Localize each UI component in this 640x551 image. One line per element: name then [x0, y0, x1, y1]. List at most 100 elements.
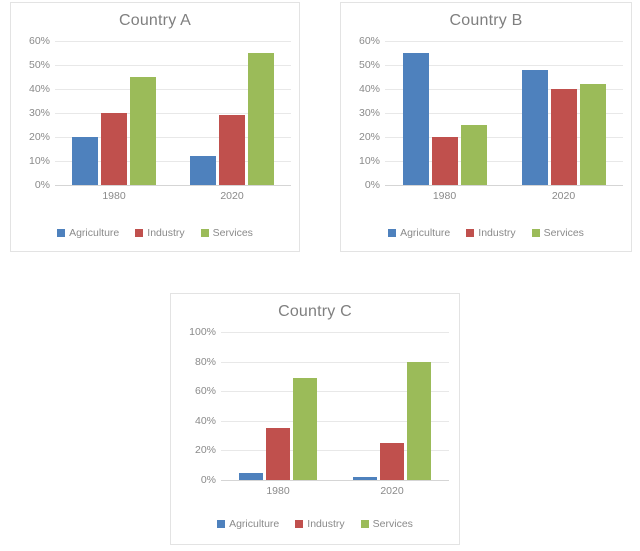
y-axis-tick-label: 30% [358, 107, 380, 119]
y-axis: 0% 20% 40% 60% 80% 100% [171, 326, 221, 486]
y-axis-tick-label: 20% [358, 131, 380, 143]
legend-label: Services [372, 518, 413, 530]
chart-panel-country-c: Country C 0% 20% 40% 60% 80% 100% 1980 2020 Ag… [170, 293, 460, 545]
x-axis-tick-label: 2020 [380, 485, 404, 497]
x-axis-labels: 1980 2020 [221, 480, 449, 504]
y-axis-tick-label: 10% [358, 155, 380, 167]
bar-industry-2020[interactable] [219, 115, 245, 185]
plot-area [385, 41, 623, 186]
legend-label: Services [543, 227, 584, 239]
bar-services-2020[interactable] [579, 84, 606, 185]
y-axis-tick-label: 10% [28, 155, 50, 167]
bar-agriculture-2020[interactable] [190, 156, 216, 185]
y-axis-tick-label: 60% [358, 35, 380, 47]
y-axis-tick-label: 60% [194, 385, 216, 398]
legend-label: Industry [147, 227, 185, 239]
bar-agriculture-1980[interactable] [239, 472, 263, 480]
x-axis-tick-label: 2020 [220, 190, 244, 202]
legend-label: Agriculture [229, 518, 280, 530]
legend-swatch-icon [217, 520, 226, 528]
bar-group [385, 41, 504, 185]
legend-swatch-icon [388, 229, 397, 237]
plot-wrapper: 0% 10% 20% 30% 40% 50% 60% 1980 2020 [11, 35, 299, 209]
y-axis-tick-label: 60% [28, 35, 50, 47]
bar-services-2020[interactable] [248, 53, 274, 185]
legend-item-industry[interactable]: Industry [466, 227, 516, 239]
legend-item-services[interactable]: Services [531, 227, 584, 239]
legend-swatch-icon [135, 229, 144, 237]
bar-services-2020[interactable] [407, 361, 431, 480]
bar-industry-1980[interactable] [266, 428, 290, 480]
legend-label: Agriculture [69, 227, 120, 239]
y-axis-tick-label: 20% [194, 444, 216, 457]
legend-swatch-icon [531, 229, 540, 237]
y-axis-tick-label: 0% [364, 179, 380, 191]
y-axis-tick-label: 0% [200, 474, 216, 486]
legend-item-agriculture[interactable]: Agriculture [217, 518, 279, 530]
bar-groups [221, 332, 449, 480]
y-axis-tick-label: 100% [189, 326, 216, 338]
chart-title: Country C [278, 303, 352, 320]
bar-industry-1980[interactable] [101, 113, 127, 185]
x-axis-tick-label: 1980 [266, 485, 290, 497]
legend-item-services[interactable]: Services [360, 518, 413, 530]
y-axis: 0% 10% 20% 30% 40% 50% 60% [11, 35, 55, 191]
plot-wrapper: 0% 10% 20% 30% 40% 50% 60% 1980 2020 [341, 35, 631, 209]
y-axis-tick-label: 0% [34, 179, 50, 191]
bar-groups [385, 41, 623, 185]
y-axis-tick-label: 50% [358, 59, 380, 71]
x-axis-tick-label: 1980 [432, 190, 457, 202]
legend-item-industry[interactable]: Industry [135, 227, 185, 239]
chart-title: Country A [118, 12, 192, 29]
y-axis-tick-label: 40% [194, 414, 216, 427]
x-axis-tick-label: 2020 [551, 190, 576, 202]
y-axis-tick-label: 80% [194, 355, 216, 368]
plot-area [221, 332, 449, 481]
bar-group [173, 41, 291, 185]
legend-swatch-icon [360, 520, 369, 528]
legend-swatch-icon [466, 229, 475, 237]
bar-group [335, 332, 449, 480]
bar-services-1980[interactable] [460, 125, 487, 185]
y-axis-tick-label: 30% [28, 107, 50, 119]
legend-label: Services [212, 227, 253, 239]
plot-wrapper: 0% 20% 40% 60% 80% 100% 1980 2020 [171, 326, 459, 504]
plot-area [55, 41, 291, 186]
legend-swatch-icon [200, 229, 209, 237]
legend-swatch-icon [57, 229, 66, 237]
bar-industry-2020[interactable] [380, 443, 404, 480]
chart-title: Country B [449, 12, 523, 29]
bar-services-1980[interactable] [130, 77, 156, 185]
legend-item-agriculture[interactable]: Agriculture [57, 227, 119, 239]
bar-services-1980[interactable] [293, 377, 317, 480]
chart-panel-country-a: Country A 0% 10% 20% 30% 40% 50% 60% 1980 2020 … [10, 2, 300, 252]
legend-label: Agriculture [400, 227, 451, 239]
bar-agriculture-2020[interactable] [521, 69, 548, 185]
y-axis-tick-label: 20% [28, 131, 50, 143]
x-axis-tick-label: 1980 [102, 190, 126, 202]
chart-panel-country-b: Country B 0% 10% 20% 30% 40% 50% 60% 1980 2020 … [340, 2, 632, 252]
legend-item-services[interactable]: Services [200, 227, 253, 239]
bar-agriculture-1980[interactable] [402, 53, 429, 185]
y-axis-tick-label: 50% [28, 59, 50, 71]
bar-industry-2020[interactable] [550, 89, 577, 185]
bar-group [55, 41, 173, 185]
legend-label: Industry [307, 518, 345, 530]
bar-industry-1980[interactable] [431, 137, 458, 185]
x-axis-labels: 1980 2020 [55, 185, 291, 209]
y-axis: 0% 10% 20% 30% 40% 50% 60% [341, 35, 385, 191]
bar-group [221, 332, 335, 480]
y-axis-tick-label: 40% [358, 83, 380, 95]
x-axis-labels: 1980 2020 [385, 185, 623, 209]
bar-groups [55, 41, 291, 185]
chart-legend: Agriculture Industry Services [11, 227, 299, 239]
bar-group [504, 41, 623, 185]
chart-legend: Agriculture Industry Services [171, 518, 459, 530]
chart-legend: Agriculture Industry Services [341, 227, 631, 239]
legend-item-agriculture[interactable]: Agriculture [388, 227, 450, 239]
legend-swatch-icon [295, 520, 304, 528]
y-axis-tick-label: 40% [28, 83, 50, 95]
legend-item-industry[interactable]: Industry [295, 518, 345, 530]
bar-agriculture-1980[interactable] [72, 137, 98, 185]
legend-label: Industry [478, 227, 516, 239]
